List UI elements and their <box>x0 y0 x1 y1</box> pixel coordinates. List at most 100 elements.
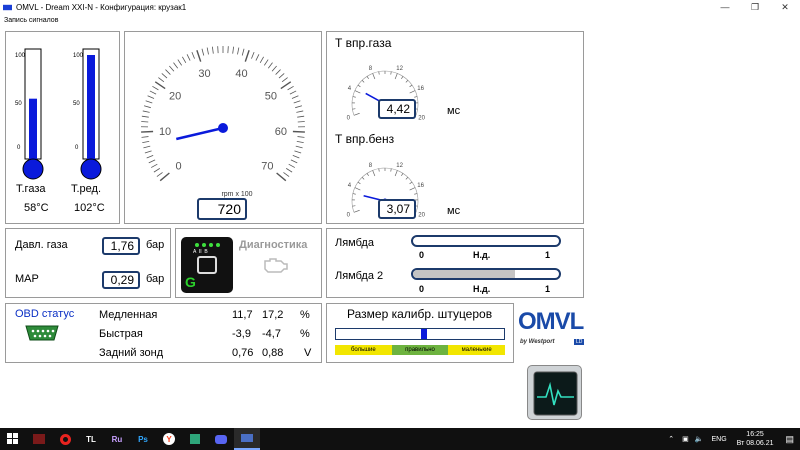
led-icon <box>209 243 213 247</box>
thermometer-reducer: 100 50 0 <box>73 48 102 180</box>
app-icon <box>190 434 200 444</box>
gas-pressure-unit: бар <box>146 239 165 251</box>
volume-icon[interactable]: 🔈 <box>695 435 704 443</box>
injection-tick-label: 16 <box>417 86 424 92</box>
obd-row-v1: -3,9 <box>232 328 251 340</box>
obd-row-v2: 17,2 <box>262 309 284 321</box>
engine-icon <box>264 258 288 273</box>
windows-icon <box>7 433 18 444</box>
nozzle-zones: большие правильно маленькие <box>335 345 506 355</box>
rpm-tick-label: 20 <box>169 90 181 102</box>
opera-icon <box>59 433 71 445</box>
clock-date: Вт 08.06.21 <box>736 440 774 447</box>
injection-tick-label: 0 <box>347 212 351 218</box>
obd-connector-icon <box>25 325 59 341</box>
app-icon <box>3 4 12 10</box>
taskbar-omvl-active[interactable] <box>234 428 260 450</box>
nozzle-zone: большие <box>335 345 392 355</box>
rpm-tick-label: 70 <box>261 160 273 172</box>
restore-icon[interactable]: ❐ <box>740 0 770 14</box>
gas-injection-title: Т впр.газа <box>335 36 392 50</box>
lambda2-bar <box>411 268 561 280</box>
obd-row-v1: 11,7 <box>232 309 253 321</box>
diagnostics-panel: A II B G Диагностика <box>175 228 322 298</box>
rpm-tick-label: 40 <box>235 68 247 80</box>
therm-gas-value: 58°C <box>24 202 49 214</box>
menu-record-signals[interactable]: Запись сигналов <box>4 17 58 24</box>
map-label: MAP <box>15 273 39 285</box>
temperature-panel: 100 50 0 100 50 0 Т.газа 58°C Т.ред. 102… <box>5 31 120 224</box>
petrol-injection-unit: мс <box>447 205 461 217</box>
obd-row-name: Медленная <box>99 309 158 321</box>
chevron-up-icon[interactable]: ⌃ <box>668 435 674 443</box>
injection-tick-label: 4 <box>348 183 352 189</box>
obd-row-v2: -4,7 <box>262 328 281 340</box>
menu-bar: Запись сигналов <box>0 14 58 26</box>
lambda2-min: 0 <box>419 284 425 294</box>
fuel-switch[interactable]: A II B G <box>181 237 233 293</box>
map-value: 0,29 <box>102 271 140 289</box>
minimize-icon[interactable]: — <box>710 0 740 14</box>
nozzle-bar <box>335 328 505 340</box>
switch-button[interactable] <box>197 256 217 274</box>
input-language[interactable]: ENG <box>711 436 726 443</box>
led-icon <box>202 243 206 247</box>
nozzle-zone: правильно <box>391 345 449 355</box>
petrol-injection-title: Т впр.бенз <box>335 132 395 146</box>
system-tray: ⌃ ▣ 🔈 ENG 16:25 Вт 08.06.21 ▤ <box>668 428 800 450</box>
taskbar-app-omvl[interactable] <box>26 428 52 450</box>
close-icon[interactable]: ✕ <box>770 0 800 14</box>
therm-tick: 100 <box>73 53 84 59</box>
injection-tick-label: 12 <box>396 66 403 72</box>
switch-letters: A II B <box>193 249 208 255</box>
window-title: OMVL - Dream XXI-N - Конфигурация: круза… <box>16 2 187 12</box>
discord-icon <box>215 434 227 444</box>
injection-tick-label: 4 <box>348 86 352 92</box>
obd-panel: OBD статус Медленная 11,7 17,2 % Быстрая… <box>5 303 322 363</box>
petrol-injection-value: 3,07 <box>378 199 416 219</box>
notifications-icon[interactable]: ▤ <box>785 434 794 445</box>
taskbar-discord[interactable] <box>208 428 234 450</box>
rpm-unit: rpm x 100 <box>221 191 252 198</box>
rpm-panel: 0 10 20 30 40 50 60 70 rpm x 100 720 <box>124 31 322 224</box>
network-icon[interactable]: ▣ <box>682 435 689 443</box>
pressure-panel: Давл. газа 1,76 бар MAP 0,29 бар <box>5 228 171 298</box>
gas-injection-value: 4,42 <box>378 99 416 119</box>
therm-tick: 100 <box>15 53 26 59</box>
nozzle-marker <box>421 329 428 339</box>
taskbar-yandex[interactable]: Y <box>156 428 182 450</box>
obd-row-unit: % <box>300 328 310 340</box>
gas-pressure-label: Давл. газа <box>15 239 68 251</box>
obd-row-v1: 0,76 <box>232 347 254 359</box>
diagnostics-label[interactable]: Диагностика <box>239 239 307 251</box>
injection-panel: Т впр.газа 0 4 8 12 16 20 4,42 мс Т впр.бенз … <box>326 31 584 224</box>
led-icon <box>195 243 199 247</box>
obd-row-unit: % <box>300 309 310 321</box>
taskbar-opera[interactable] <box>52 428 78 450</box>
monitor-app-button[interactable] <box>527 365 582 420</box>
taskbar: TL Ru Ps Y ⌃ ▣ 🔈 ENG 16:25 Вт 08.06.21 ▤ <box>0 428 800 450</box>
rpm-value: 720 <box>197 198 247 220</box>
clock[interactable]: 16:25 Вт 08.06.21 <box>737 430 774 448</box>
injection-tick-label: 12 <box>396 163 403 169</box>
therm-tick: 0 <box>17 145 21 151</box>
taskbar-tl[interactable]: TL <box>78 428 104 450</box>
injection-tick-label: 0 <box>347 115 351 121</box>
omvl-logo: OMVL by Westport LD <box>516 306 590 352</box>
brand-name: OMVL <box>518 308 584 335</box>
obd-row-v2: 0,88 <box>262 347 284 359</box>
taskbar-ps[interactable]: Ps <box>130 428 156 450</box>
nozzle-zone: маленькие <box>448 345 506 355</box>
brand-badge: LD <box>574 339 585 345</box>
title-bar: OMVL - Dream XXI-N - Конфигурация: круза… <box>0 0 800 14</box>
therm-gas-label: Т.газа <box>16 183 46 195</box>
lambda2-max: 1 <box>545 284 551 294</box>
gas-pressure-value: 1,76 <box>102 237 140 255</box>
injection-tick-label: 20 <box>418 212 425 218</box>
therm-tick: 50 <box>15 101 22 107</box>
start-button[interactable] <box>0 428 26 450</box>
rpm-tick-label: 0 <box>176 160 182 172</box>
taskbar-app-green[interactable] <box>182 428 208 450</box>
rpm-tick-label: 30 <box>198 68 210 80</box>
taskbar-ru[interactable]: Ru <box>104 428 130 450</box>
